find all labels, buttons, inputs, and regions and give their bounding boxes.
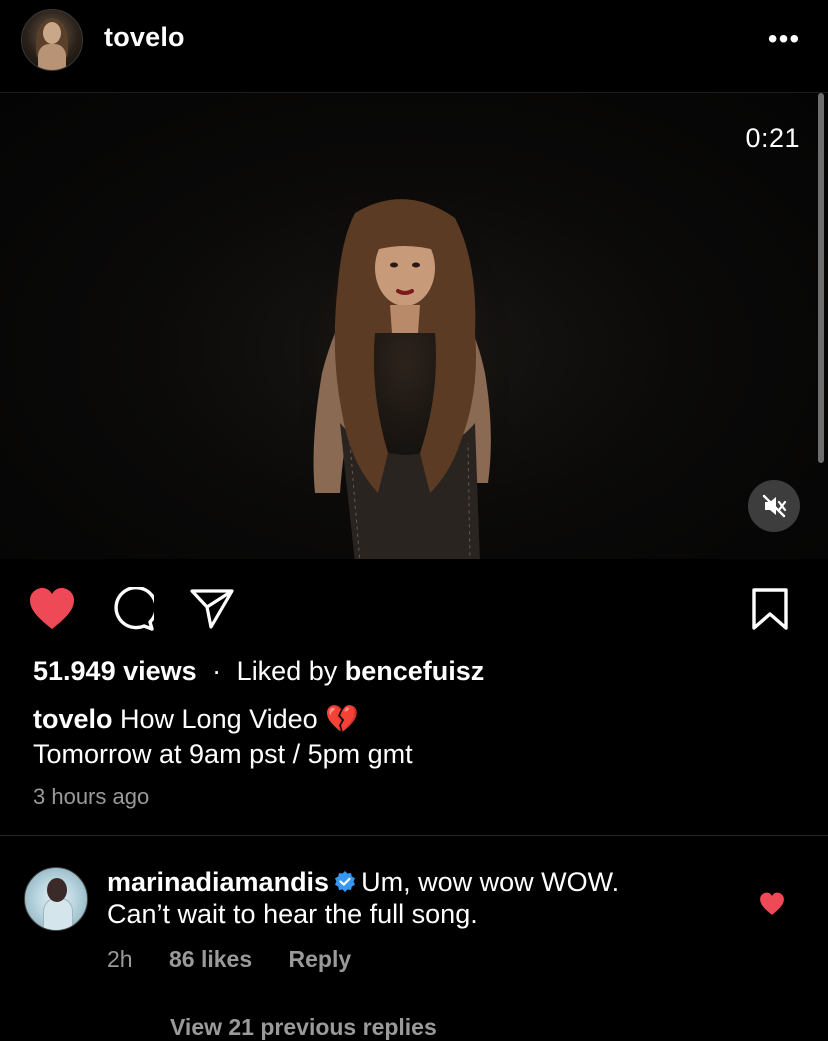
- share-icon[interactable]: [189, 587, 235, 631]
- comment-avatar-body: [43, 898, 73, 930]
- speaker-muted-icon: [762, 494, 787, 518]
- views-count[interactable]: 51.949 views: [33, 656, 197, 686]
- comment-avatar-head: [47, 878, 67, 902]
- scrollbar[interactable]: [818, 93, 824, 463]
- profile-avatar[interactable]: [21, 9, 83, 71]
- comment-text-line2: Can’t wait to hear the full song.: [107, 899, 478, 929]
- video-player[interactable]: 0:21: [0, 93, 828, 559]
- comment-meta: 2h 86 likes Reply: [107, 946, 381, 973]
- divider: [0, 835, 828, 836]
- post-timestamp: 3 hours ago: [33, 784, 150, 809]
- separator-dot: ·: [212, 656, 222, 686]
- reply-button[interactable]: Reply: [289, 946, 352, 972]
- verified-badge-icon: [335, 871, 356, 892]
- heart-icon[interactable]: [28, 587, 76, 631]
- comment-icon[interactable]: [110, 587, 154, 631]
- avatar-face: [43, 22, 61, 44]
- view-replies-link[interactable]: View 21 previous replies: [170, 1014, 437, 1041]
- caption: tovelo How Long Video 💔: [33, 703, 359, 735]
- post-actions: [0, 560, 828, 656]
- comment-heart-icon[interactable]: [759, 892, 785, 916]
- comment-text-line1: Um, wow wow WOW.: [361, 867, 620, 897]
- broken-heart-emoji: 💔: [325, 704, 359, 734]
- comment-likes[interactable]: 86 likes: [169, 946, 252, 972]
- post-username[interactable]: tovelo: [104, 22, 185, 53]
- video-timer: 0:21: [745, 123, 800, 153]
- comment-username[interactable]: marinadiamandis: [107, 867, 329, 897]
- comment-avatar[interactable]: [24, 867, 88, 931]
- caption-line-2: Tomorrow at 9am pst / 5pm gmt: [33, 739, 413, 769]
- avatar-body: [38, 44, 66, 70]
- liked-by-prefix: Liked by: [236, 656, 338, 686]
- caption-username[interactable]: tovelo: [33, 704, 113, 734]
- bookmark-icon[interactable]: [751, 587, 789, 631]
- post-header: tovelo •••: [0, 0, 828, 93]
- views-liked-line: 51.949 views · Liked by bencefuisz: [33, 656, 484, 687]
- caption-text: How Long Video: [120, 704, 318, 734]
- comment-body: marinadiamandis Um, wow wow WOW. Can’t w…: [107, 866, 747, 930]
- liked-by-user[interactable]: bencefuisz: [345, 656, 485, 686]
- comment-age: 2h: [107, 946, 133, 972]
- video-frame-performer: [300, 193, 510, 559]
- more-options-icon[interactable]: •••: [764, 24, 804, 54]
- mute-button[interactable]: [748, 480, 800, 532]
